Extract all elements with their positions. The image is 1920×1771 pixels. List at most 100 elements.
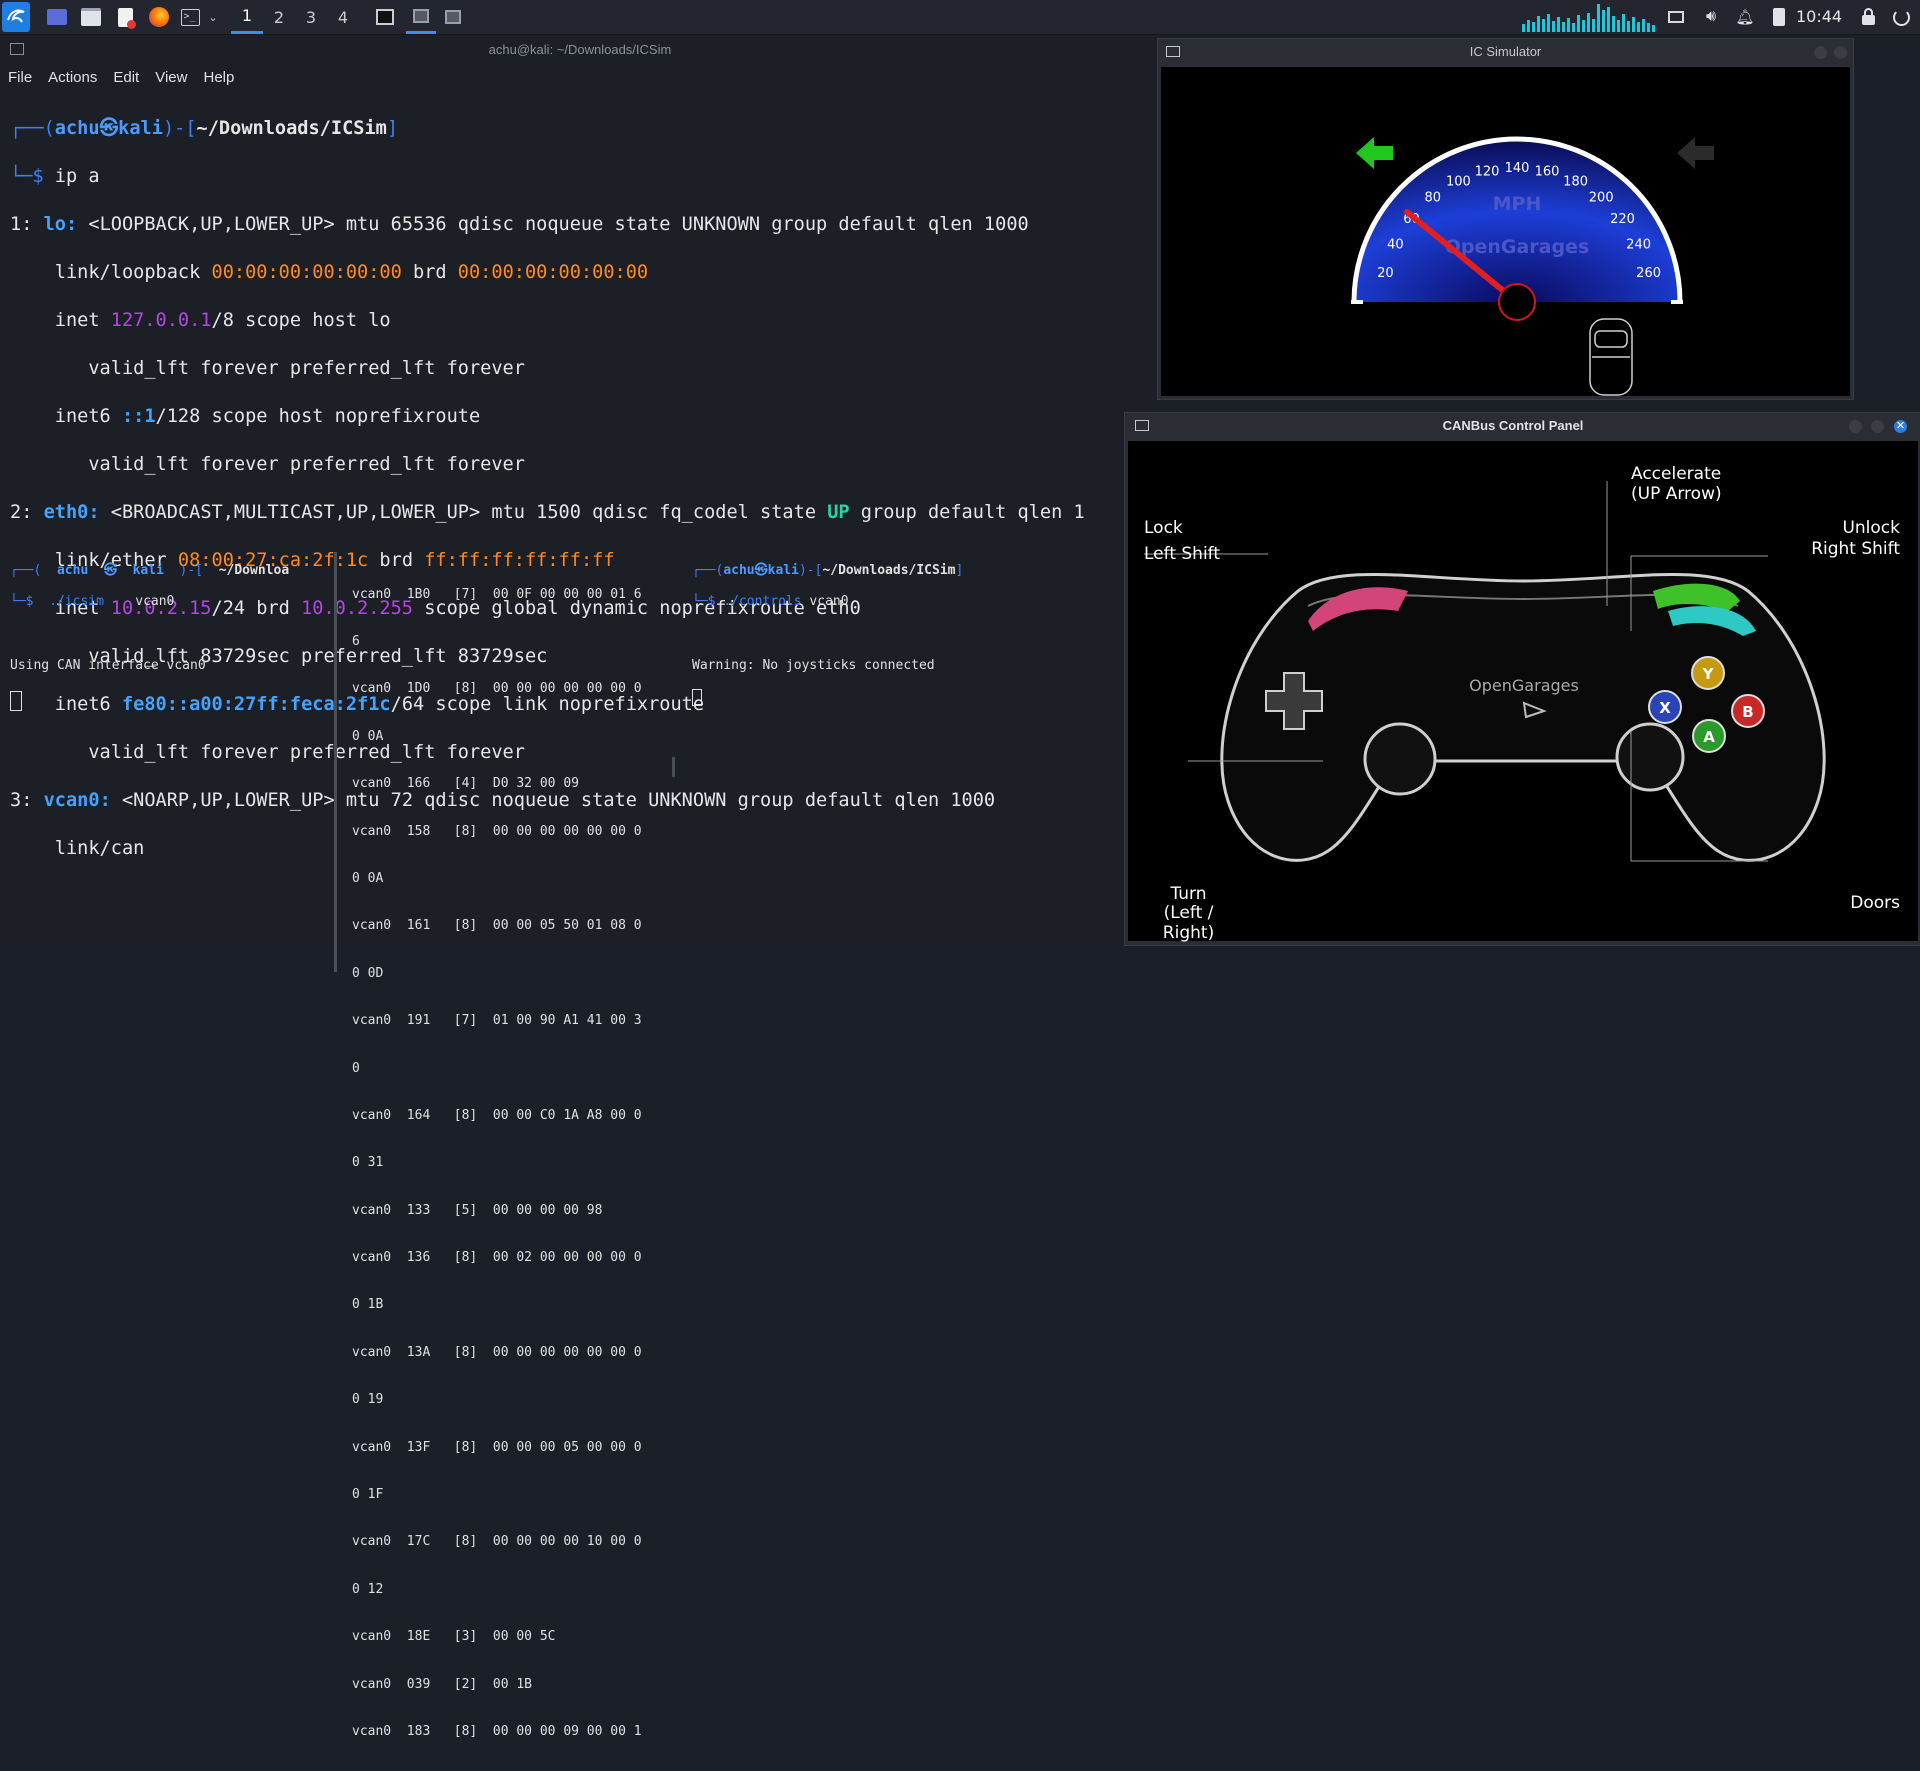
pane-controls[interactable]: ┌──(achu㉿kali)-[~/Downloads/ICSim] └─$ .… [692, 547, 963, 738]
can-frame: 0 1B [352, 1297, 384, 1313]
window-title: CANBus Control Panel [1442, 418, 1584, 433]
chevron-down-icon[interactable]: ⌄ [206, 5, 220, 29]
workspace-1[interactable]: 1 [231, 0, 263, 34]
clock[interactable]: 10:44 [1796, 0, 1842, 34]
can-frame: vcan0 13F [8] 00 00 00 05 00 00 0 [352, 1439, 642, 1455]
menu-help[interactable]: Help [195, 65, 242, 91]
minimize-button[interactable] [1849, 420, 1862, 433]
lock-icon[interactable] [1858, 5, 1878, 29]
lock-key-label: Left Shift [1144, 544, 1221, 564]
window-title: IC Simulator [1469, 44, 1542, 59]
can-frame: vcan0 1B0 [7] 00 0F 00 00 00 01 6 [352, 586, 642, 602]
close-button[interactable]: ✕ [1894, 420, 1907, 433]
right-thumbstick [1615, 722, 1685, 792]
can-frame: vcan0 1D0 [8] 00 00 00 00 00 00 0 [352, 681, 642, 697]
speedometer: 20406080100120140160180200220240260 MPH … [1351, 136, 1714, 396]
prompt-line: ┌──( achu ㉿ kali )-[ ~/Downloa [10, 562, 290, 578]
unlock-key-label: Right Shift [1811, 539, 1900, 559]
output-line: valid_lft forever preferred_lft forever [10, 358, 525, 379]
can-frame: vcan0 191 [7] 01 00 90 A1 41 00 3 [352, 1013, 642, 1029]
gamepad-illustration: OpenGarages Y X B A [1144, 481, 1826, 862]
gauge-brand: OpenGarages [1445, 236, 1590, 258]
command-line: └─$ ./controls vcan0 [692, 594, 849, 610]
unlock-label: Unlock [1842, 518, 1900, 538]
maximize-button[interactable] [1871, 420, 1884, 433]
lock-label: Lock [1144, 518, 1183, 538]
gamepad-brand: OpenGarages [1469, 676, 1579, 695]
output-line: inet 127.0.0.1/8 scope host lo [10, 310, 391, 331]
maximize-button[interactable] [1834, 46, 1847, 59]
minimize-button[interactable] [1814, 46, 1827, 59]
gauge-tick-label: 220 [1610, 212, 1635, 227]
can-frame: vcan0 136 [8] 00 02 00 00 00 00 0 [352, 1250, 642, 1266]
doors-label: Doors [1850, 893, 1900, 913]
workspace-3[interactable]: 3 [295, 0, 327, 34]
gauge-tick-label: 80 [1425, 191, 1442, 206]
menu-actions[interactable]: Actions [40, 65, 105, 91]
accelerate-label: Accelerate [1631, 464, 1722, 484]
volume-icon[interactable]: 🔊︎ [1700, 5, 1722, 29]
top-panel: >_ ⌄ 1 2 3 4 🔊︎ 🔔︎ 10:44 [0, 0, 1920, 35]
terminal-icon[interactable]: >_ [178, 5, 202, 29]
pane-candump[interactable]: vcan0 1B0 [7] 00 0F 00 00 00 01 6 6 vcan… [352, 555, 642, 1771]
power-icon[interactable] [1890, 5, 1912, 29]
right-turn-signal-icon [1677, 137, 1714, 169]
output-line: 1: lo: <LOOPBACK,UP,LOWER_UP> mtu 65536 … [10, 214, 1029, 235]
gauge-tick-label: 40 [1387, 237, 1404, 252]
gauge-tick-label: 140 [1505, 161, 1530, 176]
canbus-control-panel-window: CANBus Control Panel ✕ OpenGarages Y X B… [1124, 412, 1920, 946]
gauge-tick-label: 180 [1563, 174, 1588, 189]
workspace-2[interactable]: 2 [263, 0, 295, 34]
can-frame: vcan0 133 [5] 00 00 00 00 98 [352, 1202, 603, 1218]
gauge-tick-label: 20 [1377, 266, 1394, 281]
svg-text:B: B [1742, 703, 1753, 721]
svg-text:Y: Y [1702, 665, 1715, 683]
can-frame: 0 1F [352, 1487, 384, 1503]
can-frame: 6 [352, 633, 360, 649]
pane-splitter[interactable] [334, 552, 337, 972]
gamepad-panel[interactable]: OpenGarages Y X B A Lock Left Shift Acce… [1128, 441, 1918, 943]
left-thumbstick [1363, 722, 1437, 796]
left-turn-signal-icon [1356, 137, 1393, 169]
menu-file[interactable]: File [0, 65, 40, 91]
window-icon[interactable] [406, 0, 436, 34]
gauge-tick-label: 100 [1446, 174, 1471, 189]
output-line: valid_lft forever preferred_lft forever [10, 454, 525, 475]
desktop-icon[interactable] [44, 5, 70, 29]
can-frame: vcan0 039 [2] 00 1B [352, 1676, 533, 1692]
can-frame: 0 0D [352, 965, 384, 981]
instrument-cluster: 20406080100120140160180200220240260 MPH … [1161, 67, 1850, 396]
bell-icon[interactable]: 🔔︎ [1735, 5, 1755, 29]
gauge-tick-label: 240 [1626, 237, 1651, 252]
can-frame: vcan0 18E [3] 00 00 5C [352, 1629, 556, 1645]
can-frame: vcan0 17C [8] 00 00 00 00 10 00 0 [352, 1534, 642, 1550]
battery-icon[interactable] [1770, 5, 1788, 29]
needle-hub [1498, 283, 1536, 321]
text-editor-icon[interactable] [112, 5, 138, 29]
output-line: link/loopback 00:00:00:00:00:00 brd 00:0… [10, 262, 649, 283]
can-frame: 0 12 [352, 1581, 384, 1597]
pane-splitter[interactable] [672, 757, 675, 777]
display-icon[interactable] [1666, 5, 1686, 29]
gauge-tick-label: 200 [1589, 191, 1614, 206]
command-line: └─$ ip a [10, 166, 100, 187]
can-frame: 0 19 [352, 1392, 384, 1408]
file-manager-icon[interactable] [78, 5, 104, 29]
workspace-4[interactable]: 4 [327, 0, 359, 34]
firefox-icon[interactable] [146, 5, 172, 29]
can-frame: 0 0A [352, 870, 384, 886]
window-icon[interactable] [440, 5, 466, 29]
menu-view[interactable]: View [147, 65, 195, 91]
gauge-tick-label: 160 [1535, 164, 1560, 179]
pane-icsim[interactable]: ┌──( achu ㉿ kali )-[ ~/Downloa └─$ ./ics… [10, 547, 289, 743]
cursor [10, 691, 22, 712]
prompt-line: ┌──(achu㉿kali)-[~/Downloads/ICSim] [692, 562, 964, 578]
menu-edit[interactable]: Edit [105, 65, 147, 91]
svg-text:A: A [1703, 728, 1715, 746]
gauge-unit: MPH [1493, 193, 1542, 215]
ic-simulator-window: IC Simulator 204060801001201401601802002… [1157, 38, 1854, 400]
terminal-window-icon[interactable] [372, 5, 398, 29]
kali-menu-icon[interactable] [2, 2, 30, 32]
can-frame: vcan0 166 [4] D0 32 00 09 [352, 776, 579, 792]
can-frame: vcan0 164 [8] 00 00 C0 1A A8 00 0 [352, 1107, 642, 1123]
